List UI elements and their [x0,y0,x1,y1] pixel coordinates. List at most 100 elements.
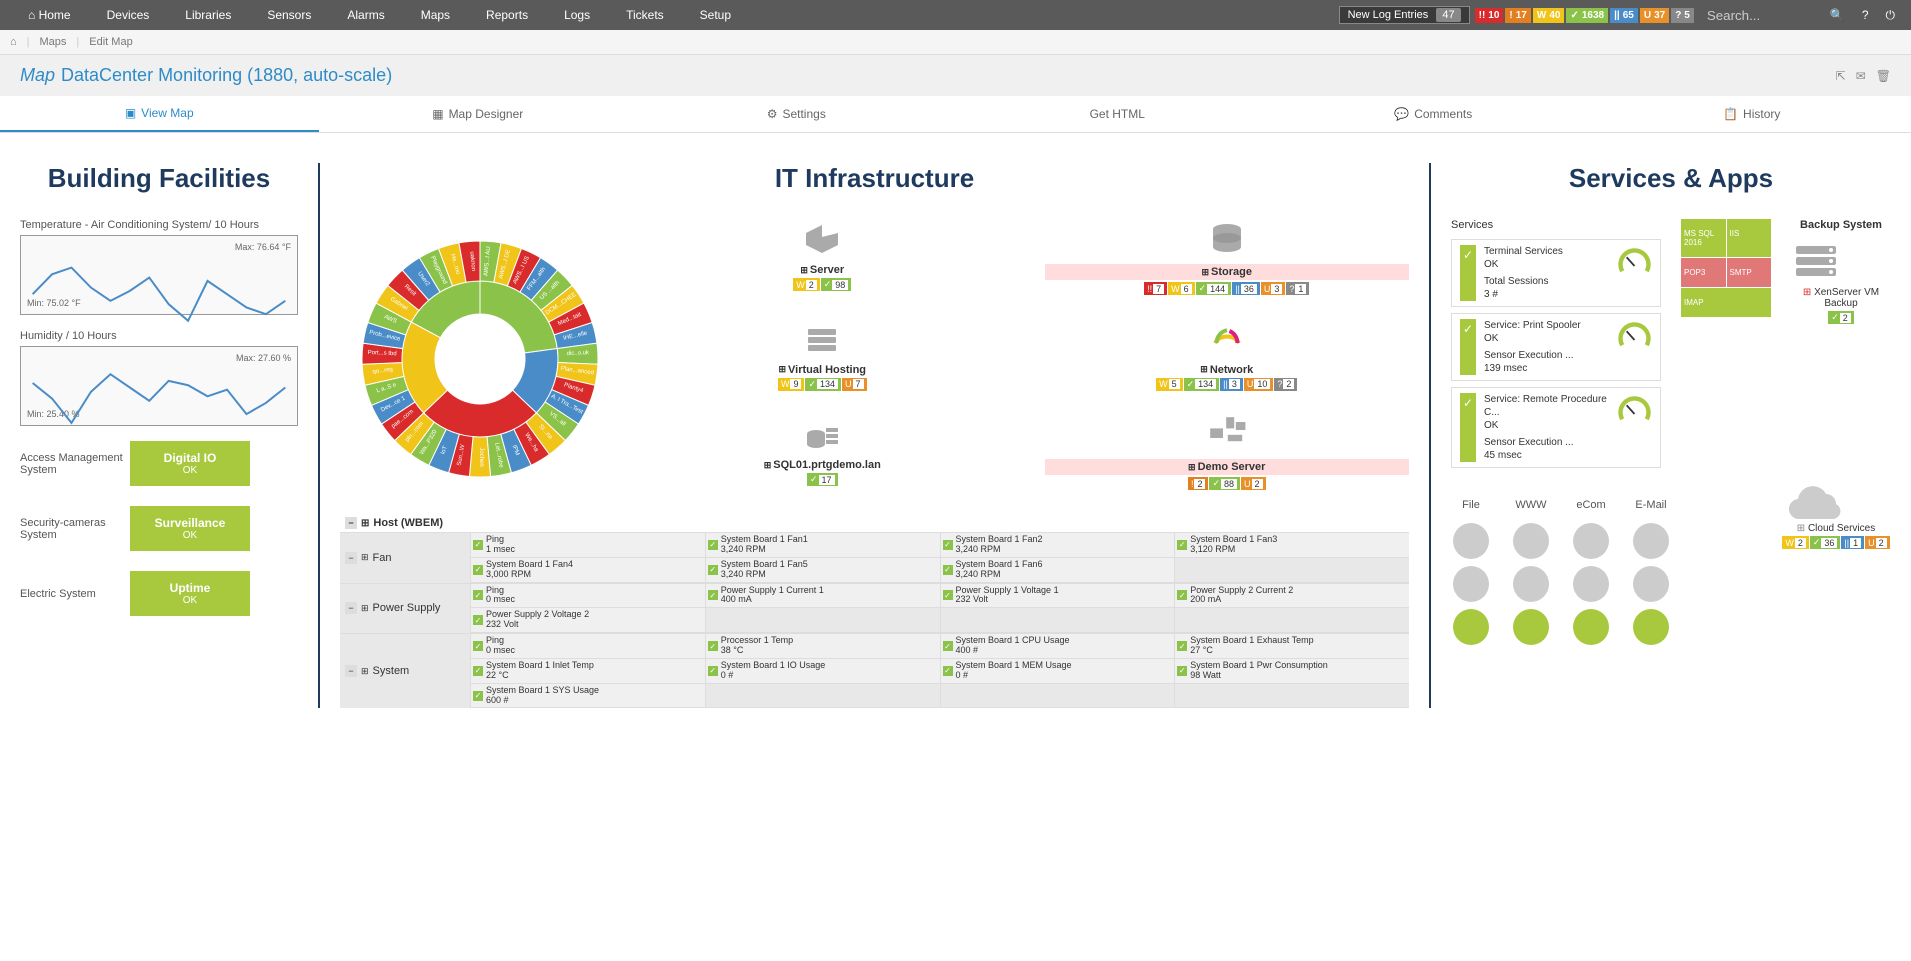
it-cell-server[interactable]: ⊞ServerW2✓98 [640,219,1005,304]
nav-home[interactable]: ⌂ Home [10,0,89,30]
nav-devices[interactable]: Devices [89,0,168,30]
it-cell-network[interactable]: ⊞NetworkW5✓134||3U10?2 [1045,319,1410,400]
host-sensor[interactable]: ✓System Board 1 Fan43,000 RPM [470,558,705,583]
host-sensor[interactable]: ✓Power Supply 2 Current 2200 mA [1174,584,1409,609]
breadcrumb-item[interactable]: Maps [40,36,67,48]
tab-comments[interactable]: 💬Comments [1274,96,1593,132]
server-icon [802,219,842,259]
search-icon[interactable]: 🔍 [1824,8,1851,22]
facility-status-box[interactable]: Digital IOOK [130,441,250,486]
status-badge[interactable]: ✓ 1638 [1566,8,1608,23]
mini-badge: ||1 [1841,536,1864,549]
host-sensor[interactable]: ✓Power Supply 2 Voltage 2232 Volt [470,608,705,633]
check-icon: ✓ [473,540,483,550]
backup-title: Backup System [1791,219,1891,231]
host-sensor[interactable]: ✓System Board 1 MEM Usage0 # [940,659,1175,684]
host-sensor[interactable]: ✓System Board 1 SYS Usage600 # [470,684,705,709]
breadcrumb-item[interactable]: Edit Map [89,36,132,48]
chart-box[interactable]: Max: 76.64 °FMin: 75.02 °F [20,235,298,315]
collapse-icon[interactable]: − [345,665,357,677]
treemap-cell[interactable]: SMTP [1727,258,1772,287]
it-cell-storage[interactable]: ⊞Storage!!7W6✓144||36U3?1 [1045,219,1410,304]
it-cell-name: Virtual Hosting [788,364,866,376]
status-badge[interactable]: !! 10 [1475,8,1504,23]
nav-tickets[interactable]: Tickets [608,0,682,30]
gauge-icon [1617,393,1652,428]
nav-logs[interactable]: Logs [546,0,608,30]
host-sensor[interactable]: ✓System Board 1 CPU Usage400 # [940,634,1175,659]
it-cell-name: SQL01.prtgdemo.lan [773,459,881,471]
section-title-building: Building Facilities [20,163,298,194]
status-badge[interactable]: W 40 [1533,8,1565,23]
treemap[interactable]: MS SQL 2016IISPOP3SMTPIMAP [1681,219,1771,474]
sunburst-chart[interactable]: AWS...I AUAWS...I DEAWS...I USFFM...alth… [340,219,620,499]
status-badge[interactable]: ? 5 [1671,8,1694,23]
status-badge[interactable]: U 37 [1640,8,1669,23]
treemap-cell[interactable]: IIS [1727,219,1772,257]
nav-alarms[interactable]: Alarms [329,0,402,30]
host-sensor[interactable]: ✓Power Supply 1 Current 1400 mA [705,584,940,609]
it-cell-demo-server[interactable]: ⊞Demo Server!2✓88U2 [1045,414,1410,499]
host-sensor[interactable]: ✓System Board 1 Fan53,240 RPM [705,558,940,583]
host-sensor[interactable]: ✓System Board 1 Pwr Consumption98 Watt [1174,659,1409,684]
tab-view-map[interactable]: ▣View Map [0,96,319,132]
search-input[interactable] [1699,4,1819,27]
host-sensor[interactable]: ✓Ping0 msec [470,584,705,609]
collapse-icon[interactable]: − [345,517,357,529]
treemap-cell[interactable]: MS SQL 2016 [1681,219,1726,257]
tab-settings[interactable]: ⚙Settings [637,96,956,132]
treemap-cell[interactable]: POP3 [1681,258,1726,287]
mini-badge: U2 [1865,536,1890,549]
power-icon[interactable]: ⏻ [1880,8,1902,23]
traffic-light-file[interactable]: File [1451,499,1491,649]
collapse-icon[interactable]: − [345,602,357,614]
home-icon: ⌂ [28,8,39,22]
traffic-light-ecom[interactable]: eCom [1571,499,1611,649]
it-cell-name: Storage [1211,266,1252,278]
host-sensor[interactable]: ✓Processor 1 Temp38 °C [705,634,940,659]
nav-libraries[interactable]: Libraries [167,0,249,30]
host-sensor[interactable]: ✓System Board 1 Inlet Temp22 °C [470,659,705,684]
facility-status-box[interactable]: SurveillanceOK [130,506,250,551]
help-icon[interactable]: ? [1856,8,1875,22]
it-cell-virtual-hosting[interactable]: ⊞Virtual HostingW9✓134U7 [640,319,1005,400]
host-sensor[interactable]: ✓System Board 1 Exhaust Temp27 °C [1174,634,1409,659]
host-sensor[interactable]: ✓System Board 1 IO Usage0 # [705,659,940,684]
traffic-light-e-mail[interactable]: E-Mail [1631,499,1671,649]
check-icon: ✓ [1177,540,1187,550]
host-sensor[interactable]: ✓System Board 1 Fan33,120 RPM [1174,533,1409,558]
delete-icon[interactable]: 🗑 [1876,69,1891,83]
breadcrumb-item[interactable]: ⌂ [10,36,17,48]
nav-maps[interactable]: Maps [403,0,468,30]
facility-status-box[interactable]: UptimeOK [130,571,250,616]
mail-icon[interactable]: ✉ [1856,69,1866,83]
treemap-cell[interactable]: IMAP [1681,288,1771,317]
host-sensor[interactable]: ✓Ping0 msec [470,634,705,659]
nav-reports[interactable]: Reports [468,0,546,30]
it-cell-sql-prtgdemo-lan[interactable]: ⊞SQL01.prtgdemo.lan✓17 [640,414,1005,499]
tab-history[interactable]: 📋History [1593,96,1911,132]
host-sensor[interactable]: ✓System Board 1 Fan63,240 RPM [940,558,1175,583]
nav-setup[interactable]: Setup [682,0,749,30]
tab-map-designer[interactable]: ▦Map Designer [319,96,638,132]
host-sensor[interactable]: ✓System Board 1 Fan23,240 RPM [940,533,1175,558]
it-cell-name: Network [1210,364,1253,376]
network-icon [1207,319,1247,359]
service-item[interactable]: ✓Service: Print SpoolerOKSensor Executio… [1451,313,1661,381]
service-item[interactable]: ✓Terminal ServicesOKTotal Sessions3 # [1451,239,1661,307]
status-badge[interactable]: || 65 [1610,8,1638,23]
status-badge[interactable]: ! 17 [1505,8,1530,23]
chart-box[interactable]: Max: 27.60 %Min: 25.40 % [20,346,298,426]
host-sensor[interactable]: ✓Ping1 msec [470,533,705,558]
open-icon[interactable]: ⇱ [1836,69,1846,83]
host-sensor[interactable]: ✓System Board 1 Fan13,240 RPM [705,533,940,558]
host-sensor[interactable]: ✓Power Supply 1 Voltage 1232 Volt [940,584,1175,609]
service-item[interactable]: ✓Service: Remote Procedure C...OKSensor … [1451,387,1661,468]
new-log-entries[interactable]: New Log Entries 47 [1339,6,1470,24]
nav-sensors[interactable]: Sensors [249,0,329,30]
collapse-icon[interactable]: − [345,552,357,564]
tab-icon: 💬 [1394,107,1409,121]
traffic-light-www[interactable]: WWW [1511,499,1551,649]
backup-name: XenServer VM Backup [1814,287,1879,309]
tab-get-html[interactable]: Get HTML [956,96,1275,132]
